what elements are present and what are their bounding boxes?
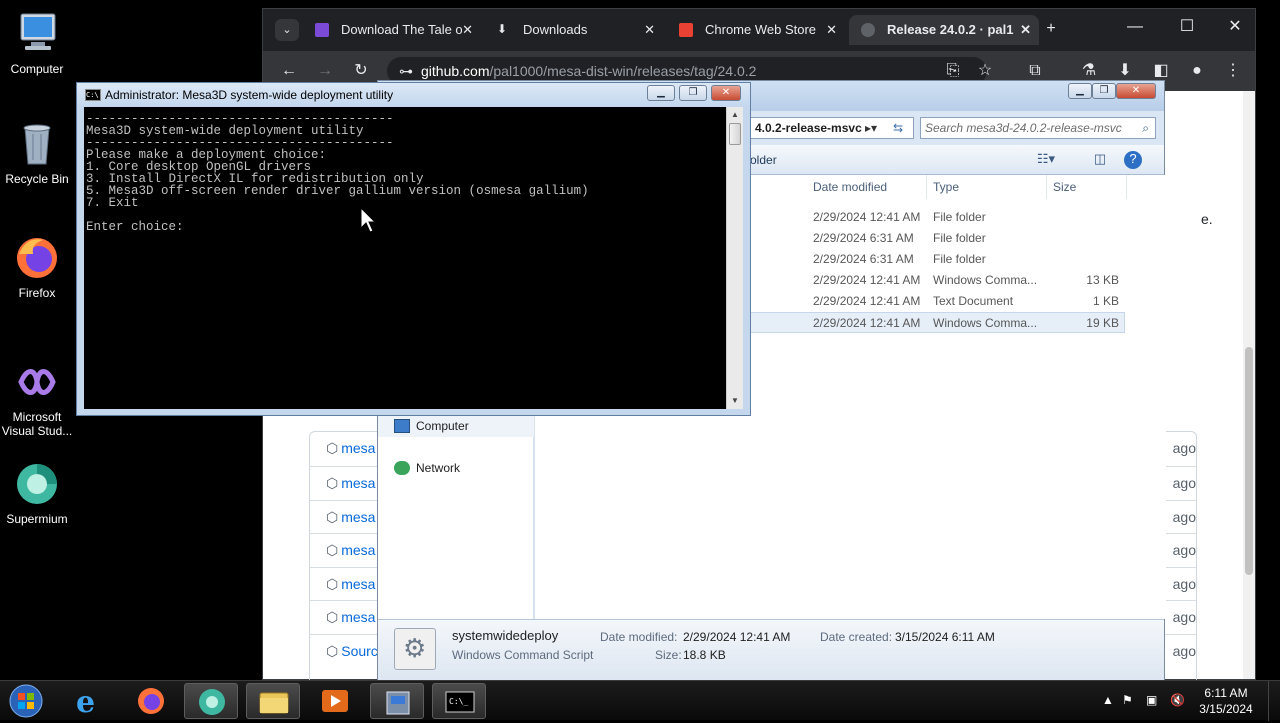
tab-chrome-web-store[interactable]: Chrome Web Store ✕ [667,15,845,45]
new-folder-button[interactable]: older [750,153,777,167]
reload-icon[interactable]: ↻ [351,61,371,81]
close-tab-icon[interactable]: ✕ [826,15,837,45]
tab-downloads[interactable]: ⬇ Downloads ✕ [485,15,663,45]
forward-icon[interactable]: → [315,61,335,81]
installer-icon [386,691,410,715]
computer-icon [394,419,410,433]
scroll-up-icon[interactable]: ▲ [727,107,743,123]
help-icon[interactable]: ? [1124,151,1142,169]
taskbar-ie[interactable]: e [62,683,116,720]
close-tab-icon[interactable]: ✕ [644,15,655,45]
preview-pane-icon[interactable]: ◫ [1090,151,1110,169]
page-scrollbar[interactable] [1243,91,1255,679]
search-icon[interactable]: ⌕ [1142,118,1149,138]
scrollbar-thumb[interactable] [1245,347,1253,575]
network-tray-icon[interactable]: ▣ [1146,693,1157,707]
svg-text:e: e [76,685,95,719]
console-maximize-button[interactable]: ❐ [679,85,707,101]
change-view-icon[interactable]: ☷▾ [1036,151,1056,169]
action-center-icon[interactable]: ⚑ [1122,693,1133,707]
recycle-bin-icon [13,120,61,168]
close-tab-icon[interactable]: ✕ [462,15,473,45]
show-hidden-icons[interactable]: ▲ [1102,693,1114,707]
taskbar-firefox[interactable] [124,683,178,719]
console-window: C:\ Administrator: Mesa3D system-wide de… [76,82,751,416]
folder-icon [259,692,289,714]
details-pane: systemwidedeploy Windows Command Script … [378,619,1164,680]
tab-strip: ⌄ Download The Tale o ✕ ⬇ Downloads ✕ Ch… [263,9,1255,51]
desktop-icon-recycle-bin[interactable]: Recycle Bin [0,120,74,186]
refresh-icon[interactable]: ⇆ [893,118,903,138]
explorer-close-button[interactable]: ✕ [1116,83,1156,99]
minimize-icon[interactable]: — [1125,17,1145,37]
site-favicon-icon [315,23,329,37]
tab-release[interactable]: Release 24.0.2 · pal1 ✕ [849,15,1039,45]
console-icon: C:\ [85,89,101,101]
explorer-search-input[interactable]: Search mesa3d-24.0.2-release-msvc ⌕ [920,117,1156,139]
explorer-maximize-button[interactable]: ❐ [1092,83,1116,99]
explorer-minimize-button[interactable]: ▁ [1068,83,1092,99]
labs-icon[interactable]: ⚗ [1079,61,1099,81]
desktop-icon-visual-studio[interactable]: Microsoft Visual Stud... [0,358,74,438]
console-scrollbar[interactable]: ▲ ▼ [726,107,743,409]
console-titlebar[interactable]: C:\ Administrator: Mesa3D system-wide de… [77,83,750,107]
console-minimize-button[interactable]: ▁ [647,85,675,101]
column-date-modified[interactable]: Date modified [807,175,927,199]
system-clock[interactable]: 6:11 AM 3/15/2024 [1196,685,1256,717]
taskbar-cmd[interactable]: C:\_ [432,683,486,719]
media-player-icon [322,690,348,712]
console-close-button[interactable]: ✕ [711,85,741,101]
computer-icon [13,10,61,58]
breadcrumb-chevron-icon[interactable]: ▸▾ [865,118,877,138]
command-prompt-icon: C:\_ [445,691,475,713]
firefox-icon [13,234,61,282]
web-store-icon [679,23,693,37]
desktop-icon-firefox[interactable]: Firefox [0,234,74,300]
internet-explorer-icon: e [76,685,95,720]
desktop: Computer Recycle Bin Firefox Microsoft V… [0,0,1280,680]
taskbar: e C:\_ ▲ ⚑ ▣ 🔇 6:11 AM 3/15/2024 [0,680,1280,721]
profile-icon[interactable]: ● [1187,61,1207,81]
visual-studio-icon [13,358,61,406]
volume-muted-icon[interactable]: 🔇 [1170,693,1185,707]
install-app-icon[interactable]: ⎘ [943,61,963,81]
column-type[interactable]: Type [927,175,1047,199]
desktop-icon-supermium[interactable]: Supermium [0,460,74,526]
taskbar-installer[interactable] [370,683,424,719]
start-button[interactable] [4,683,48,719]
nav-item-computer[interactable]: Computer [378,415,534,437]
supermium-icon [199,689,225,715]
side-panel-icon[interactable]: ◧ [1151,61,1171,81]
firefox-icon [138,688,164,714]
svg-text:C:\_: C:\_ [449,697,468,706]
back-icon[interactable]: ← [279,61,299,81]
console-output[interactable]: ----------------------------------------… [84,107,726,409]
tab-search-button[interactable]: ⌄ [275,19,299,41]
close-tab-icon[interactable]: ✕ [1020,15,1031,45]
bookmark-star-icon[interactable]: ☆ [975,61,995,81]
github-icon [861,23,875,37]
column-size[interactable]: Size [1047,175,1127,199]
close-window-icon[interactable]: ✕ [1225,17,1245,37]
command-script-icon [394,628,436,670]
download-icon: ⬇ [497,22,508,36]
taskbar-media-player[interactable] [308,683,362,719]
tab-download-tale[interactable]: Download The Tale o ✕ [303,15,481,45]
downloads-icon[interactable]: ⬇ [1115,61,1135,81]
supermium-icon [13,460,61,508]
scroll-down-icon[interactable]: ▼ [727,393,743,409]
scrollbar-thumb[interactable] [729,123,741,145]
desktop-icon-computer[interactable]: Computer [0,10,74,76]
extensions-icon[interactable]: ⧉ [1025,61,1045,81]
taskbar-supermium[interactable] [184,683,238,719]
nav-item-network[interactable]: Network [378,457,534,479]
maximize-icon[interactable]: ☐ [1177,17,1197,37]
menu-icon[interactable]: ⋮ [1223,61,1243,81]
taskbar-explorer[interactable] [246,683,300,719]
show-desktop-button[interactable] [1268,681,1280,721]
network-icon [394,461,410,475]
new-tab-icon[interactable]: + [1041,19,1061,39]
